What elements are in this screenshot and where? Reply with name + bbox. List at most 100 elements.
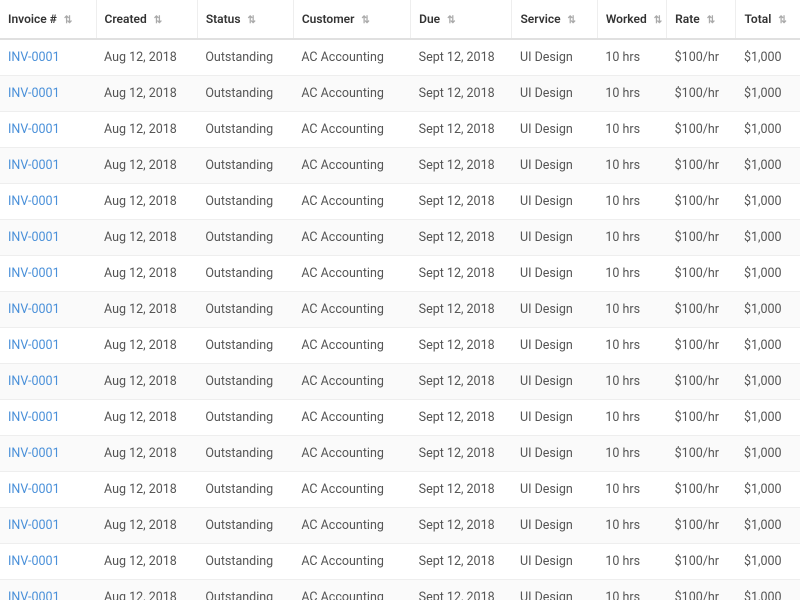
cell-customer: AC Accounting xyxy=(293,400,410,436)
cell-created: Aug 12, 2018 xyxy=(96,580,197,600)
cell-status: Outstanding xyxy=(197,400,293,436)
col-header-worked[interactable]: Worked ⇅ xyxy=(597,0,666,39)
col-header-due[interactable]: Due ⇅ xyxy=(411,0,512,39)
cell-worked: 10 hrs xyxy=(597,436,666,472)
table-row: INV-0001 Aug 12, 2018OutstandingAC Accoun… xyxy=(0,400,800,436)
cell-service: UI Design xyxy=(512,472,597,508)
invoice-link[interactable]: INV-0001 xyxy=(8,158,60,173)
invoice-link[interactable]: INV-0001 xyxy=(8,122,60,137)
cell-invoice[interactable]: INV-0001 xyxy=(0,220,96,256)
cell-customer: AC Accounting xyxy=(293,292,410,328)
invoice-link[interactable]: INV-0001 xyxy=(8,266,60,281)
cell-created: Aug 12, 2018 xyxy=(96,364,197,400)
cell-worked: 10 hrs xyxy=(597,256,666,292)
table-row: INV-0001Aug 12, 2018OutstandingAC Accoun… xyxy=(0,508,800,544)
col-label-service: Service xyxy=(520,12,560,26)
cell-worked: 10 hrs xyxy=(597,544,666,580)
cell-status: Outstanding xyxy=(197,472,293,508)
table-row: INV-0001Aug 12, 2018OutstandingAC Accoun… xyxy=(0,148,800,184)
invoice-link[interactable]: INV-0001 xyxy=(8,410,60,425)
col-label-total: Total xyxy=(744,12,771,26)
cell-status: Outstanding xyxy=(197,76,293,112)
col-header-customer[interactable]: Customer ⇅ xyxy=(293,0,410,39)
invoice-link[interactable]: INV-0001 xyxy=(8,50,60,65)
cell-invoice[interactable]: INV-0001 xyxy=(0,148,96,184)
cell-total: $1,000 xyxy=(736,76,800,112)
cell-invoice[interactable]: INV-0001 xyxy=(0,328,96,364)
cell-invoice[interactable]: INV-0001 xyxy=(0,436,96,472)
sort-icon-rate: ⇅ xyxy=(707,15,715,26)
cell-invoice[interactable]: INV-0001 xyxy=(0,508,96,544)
cell-invoice[interactable]: INV-0001 xyxy=(0,76,96,112)
invoice-link[interactable]: INV-0001 xyxy=(8,86,60,101)
invoice-link[interactable]: INV-0001 xyxy=(8,518,60,533)
col-header-rate[interactable]: Rate ⇅ xyxy=(667,0,736,39)
col-header-total[interactable]: Total ⇅ xyxy=(736,0,800,39)
col-label-invoice: Invoice # xyxy=(8,12,57,26)
cell-due: Sept 12, 2018 xyxy=(411,364,512,400)
col-header-invoice[interactable]: Invoice # ⇅ xyxy=(0,0,96,39)
cell-due: Sept 12, 2018 xyxy=(411,436,512,472)
col-header-created[interactable]: Created ⇅ xyxy=(96,0,197,39)
cell-invoice[interactable]: INV-0001 xyxy=(0,39,96,76)
cell-status: Outstanding xyxy=(197,292,293,328)
cell-created: Aug 12, 2018 xyxy=(96,400,197,436)
invoice-link[interactable]: INV-0001 xyxy=(8,302,60,317)
cell-rate: $100/hr xyxy=(667,508,736,544)
invoice-table-container[interactable]: Invoice # ⇅ Created ⇅ Status ⇅ Customer … xyxy=(0,0,800,600)
cell-service: UI Design xyxy=(512,328,597,364)
cell-worked: 10 hrs xyxy=(597,292,666,328)
cell-due: Sept 12, 2018 xyxy=(411,580,512,600)
invoice-link[interactable]: INV-0001 xyxy=(8,590,60,600)
cell-service: UI Design xyxy=(512,508,597,544)
cell-worked: 10 hrs xyxy=(597,400,666,436)
sort-icon-worked: ⇅ xyxy=(654,15,662,26)
cell-created: Aug 12, 2018 xyxy=(96,184,197,220)
cell-invoice[interactable]: INV-0001 xyxy=(0,184,96,220)
invoice-link[interactable]: INV-0001 xyxy=(8,482,60,497)
cell-invoice[interactable]: INV-0001 xyxy=(0,472,96,508)
cell-total: $1,000 xyxy=(736,39,800,76)
table-row: INV-0001Aug 12, 2018OutstandingAC Accoun… xyxy=(0,292,800,328)
cell-service: UI Design xyxy=(512,364,597,400)
cell-customer: AC Accounting xyxy=(293,112,410,148)
cell-invoice[interactable]: INV-0001 xyxy=(0,580,96,600)
cell-customer: AC Accounting xyxy=(293,436,410,472)
cell-service: UI Design xyxy=(512,580,597,600)
cell-service: UI Design xyxy=(512,400,597,436)
table-body: INV-0001Aug 12, 2018OutstandingAC Accoun… xyxy=(0,39,800,600)
cell-invoice[interactable]: INV-0001 xyxy=(0,544,96,580)
table-row: INV-0001Aug 12, 2018OutstandingAC Accoun… xyxy=(0,76,800,112)
invoice-link[interactable]: INV-0001 xyxy=(8,446,60,461)
table-row: INV-0001Aug 12, 2018OutstandingAC Accoun… xyxy=(0,112,800,148)
cell-total: $1,000 xyxy=(736,544,800,580)
cell-invoice[interactable]: INV-0001 xyxy=(0,292,96,328)
cell-created: Aug 12, 2018 xyxy=(96,220,197,256)
cell-due: Sept 12, 2018 xyxy=(411,400,512,436)
cell-worked: 10 hrs xyxy=(597,364,666,400)
cell-worked: 10 hrs xyxy=(597,148,666,184)
sort-icon-customer: ⇅ xyxy=(361,15,369,26)
table-row: INV-0001Aug 12, 2018OutstandingAC Accoun… xyxy=(0,472,800,508)
cell-created: Aug 12, 2018 xyxy=(96,39,197,76)
cell-created: Aug 12, 2018 xyxy=(96,112,197,148)
cell-invoice[interactable]: INV-0001 xyxy=(0,400,96,436)
cell-due: Sept 12, 2018 xyxy=(411,472,512,508)
cell-total: $1,000 xyxy=(736,220,800,256)
invoice-link[interactable]: INV-0001 xyxy=(8,194,60,209)
cell-due: Sept 12, 2018 xyxy=(411,328,512,364)
cell-invoice[interactable]: INV-0001 xyxy=(0,364,96,400)
invoice-link[interactable]: INV-0001 xyxy=(8,554,60,569)
cell-invoice[interactable]: INV-0001 xyxy=(0,112,96,148)
cell-created: Aug 12, 2018 xyxy=(96,256,197,292)
cell-invoice[interactable]: INV-0001 xyxy=(0,256,96,292)
sort-icon-total: ⇅ xyxy=(778,15,786,26)
cell-service: UI Design xyxy=(512,76,597,112)
invoice-link[interactable]: INV-0001 xyxy=(8,374,60,389)
col-header-status[interactable]: Status ⇅ xyxy=(197,0,293,39)
col-header-service[interactable]: Service ⇅ xyxy=(512,0,597,39)
cell-worked: 10 hrs xyxy=(597,580,666,600)
invoice-link[interactable]: INV-0001 xyxy=(8,230,60,245)
cell-due: Sept 12, 2018 xyxy=(411,220,512,256)
invoice-link[interactable]: INV-0001 xyxy=(8,338,60,353)
